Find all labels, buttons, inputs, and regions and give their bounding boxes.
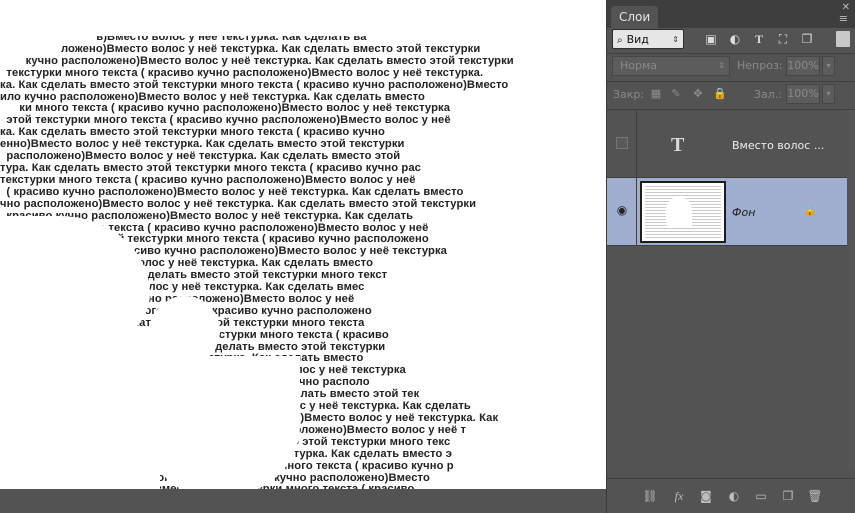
layer-lock-icon: 🔒 <box>803 206 816 217</box>
layer-row-background[interactable]: ◉ Фон 🔒 <box>607 178 855 246</box>
document-workspace: в)Вместо волос у неё текстурка. Как сдел… <box>0 0 606 513</box>
type-layer-thumbnail-icon: T <box>671 134 685 156</box>
opacity-field[interactable]: 100% <box>786 56 820 76</box>
lock-label: Закр: <box>613 88 645 101</box>
fill-label: Зал.: <box>754 88 783 101</box>
layers-scrollbar[interactable] <box>847 110 855 470</box>
new-layer-icon[interactable]: ❐ <box>780 488 796 504</box>
artwork-text-line: текстурки много текста ( красиво кучно р… <box>0 66 484 79</box>
layer-thumbnail <box>640 181 726 243</box>
blend-mode-select[interactable]: Норма ⇕ <box>612 56 730 76</box>
filter-kind-select[interactable]: ⌕ Вид ⇕ <box>612 29 684 49</box>
artwork-text-line: ка. Как сделать вместо этой текстурки мн… <box>0 78 509 91</box>
panel-footer: ⛓ fx ◙ ◐ ▭ ❐ 🗑 <box>607 478 855 513</box>
updown-arrows-icon: ⇕ <box>672 35 679 44</box>
filter-kind-label: Вид <box>626 33 649 46</box>
layer-name[interactable]: Фон <box>732 206 755 219</box>
artwork-text-line: текстурки много текста ( красиво кучно р… <box>0 173 416 186</box>
opacity-dropdown-icon[interactable]: ▾ <box>822 56 835 76</box>
fill-dropdown-icon[interactable]: ▾ <box>822 84 835 104</box>
panel-menu-icon[interactable]: ≡ <box>839 12 848 25</box>
lock-row: Закр: ▦ ✎ ✥ 🔒 Зал.: 100% ▾ <box>607 83 855 107</box>
layer-row-text[interactable]: T Вместо волос ... <box>607 110 855 178</box>
opacity-label: Непроз: <box>737 59 783 72</box>
filter-toggle-switch[interactable] <box>836 31 850 47</box>
neck-highlight-mask <box>150 356 300 489</box>
fill-field[interactable]: 100% <box>786 84 820 104</box>
mask-icon[interactable]: ◙ <box>698 488 714 504</box>
layers-list: T Вместо волос ... ◉ Фон 🔒 <box>607 110 855 470</box>
blend-mode-value: Норма <box>620 59 658 72</box>
lock-image-brush-icon[interactable]: ✎ <box>669 87 683 101</box>
canvas-top-area <box>0 0 606 36</box>
layer-filter-row: ⌕ Вид ⇕ ▣ ◐ T ⛶ ❐ <box>607 28 855 52</box>
thumbnail-figure <box>666 197 692 227</box>
fx-icon[interactable]: fx <box>671 488 687 504</box>
blend-mode-row: Норма ⇕ Непроз: 100% ▾ <box>607 55 855 79</box>
document-canvas[interactable]: в)Вместо волос у неё текстурка. Как сдел… <box>0 36 606 489</box>
panel-header: Слои ✕ ≡ <box>607 0 855 28</box>
layer-name[interactable]: Вместо волос ... <box>732 139 824 152</box>
visibility-toggle-off[interactable] <box>616 137 628 149</box>
layers-panel: Слои ✕ ≡ ⌕ Вид ⇕ ▣ ◐ T ⛶ ❐ Норма ⇕ Непроз… <box>606 0 855 513</box>
updown-arrows-icon: ⇕ <box>718 61 725 70</box>
visibility-cell[interactable]: ◉ <box>607 178 637 245</box>
pixel-layer-filter-icon[interactable]: ▣ <box>703 31 719 47</box>
trash-icon[interactable]: 🗑 <box>807 488 823 504</box>
folder-icon[interactable]: ▭ <box>753 488 769 504</box>
adjustment-layer-filter-icon[interactable]: ◐ <box>727 31 743 47</box>
chin-highlight-mask <box>120 326 180 366</box>
link-icon[interactable]: ⛓ <box>642 488 658 504</box>
artwork-text-line: чно расположено)Вместо волос у неё текст… <box>0 197 477 210</box>
adjustment-icon[interactable]: ◐ <box>726 488 742 504</box>
tab-layers[interactable]: Слои <box>611 6 659 28</box>
smart-object-filter-icon[interactable]: ❐ <box>799 31 815 47</box>
lock-all-icon[interactable]: 🔒 <box>713 87 727 101</box>
divider <box>607 53 855 54</box>
type-layer-filter-icon[interactable]: T <box>751 31 767 47</box>
artwork-text-line: кучно расположено)Вместо волос у неё тек… <box>0 54 514 67</box>
shape-layer-filter-icon[interactable]: ⛶ <box>775 31 791 47</box>
search-icon: ⌕ <box>617 35 623 46</box>
lock-transparent-icon[interactable]: ▦ <box>649 87 663 101</box>
lock-position-move-icon[interactable]: ✥ <box>691 87 705 101</box>
eye-icon[interactable]: ◉ <box>615 204 629 216</box>
artwork-text-line: ( красиво кучно расположено)Вместо волос… <box>0 185 464 198</box>
divider <box>607 81 855 82</box>
visibility-cell[interactable] <box>607 110 637 177</box>
